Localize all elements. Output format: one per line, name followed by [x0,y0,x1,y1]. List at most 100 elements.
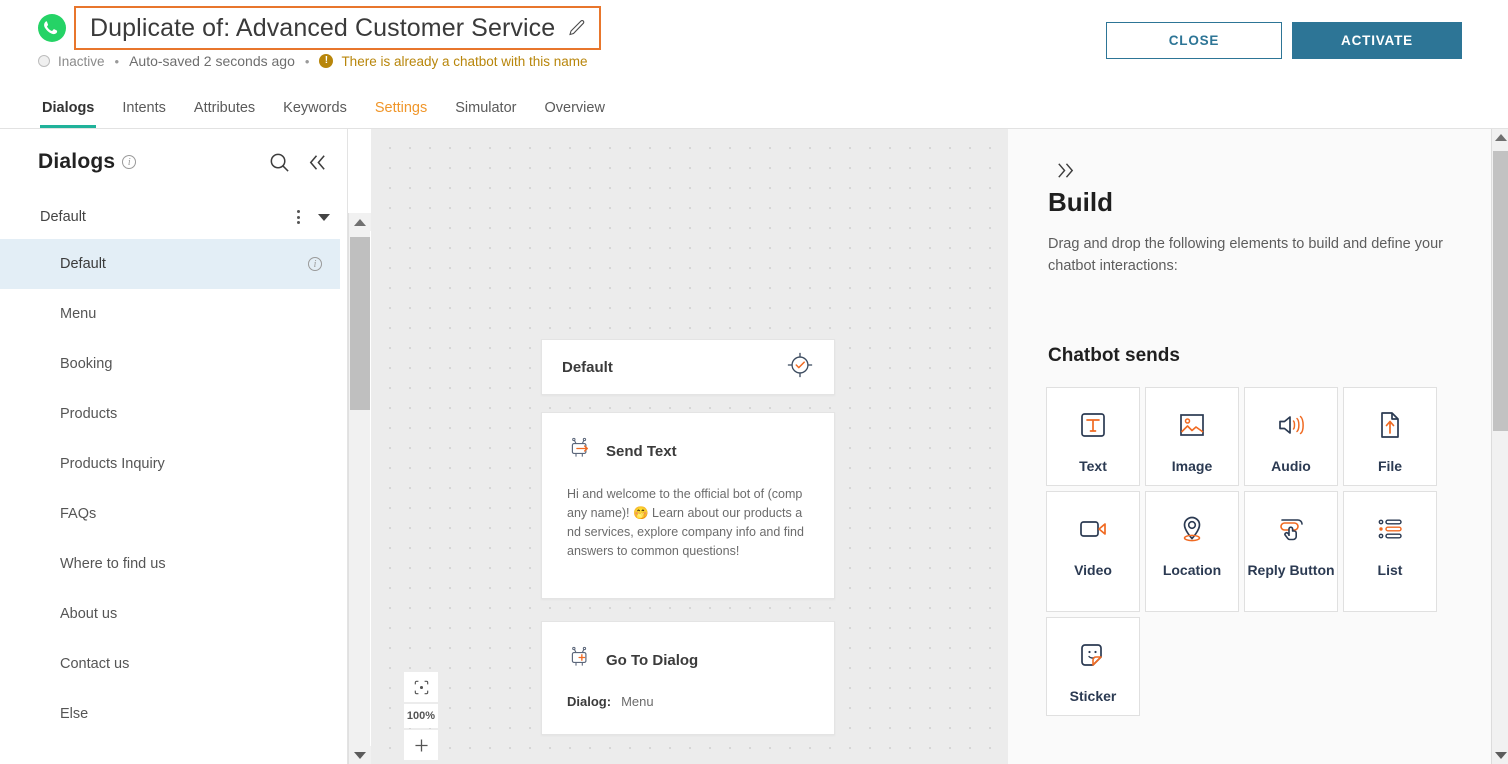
list-icon [1373,511,1407,547]
tab-keywords[interactable]: Keywords [269,100,361,128]
tile-video[interactable]: Video [1046,491,1140,612]
list-item-label: About us [60,606,117,622]
list-item-label: Contact us [60,656,129,672]
scroll-up-icon[interactable] [349,213,371,231]
status-separator-1: • [113,54,122,69]
section-title-chatbot-sends: Chatbot sends [1048,345,1180,367]
dialog-list: Default i Menu Booking Products Products… [0,239,340,739]
tile-label: Location [1163,561,1221,579]
scroll-down-icon[interactable] [1492,747,1508,764]
activate-button[interactable]: ACTIVATE [1292,22,1462,59]
scroll-down-icon[interactable] [349,746,371,764]
list-item-label: Menu [60,306,96,322]
right-panel-scrollbar-thumb[interactable] [1493,151,1508,431]
dialog-item-faqs[interactable]: FAQs [0,489,340,539]
tile-sticker[interactable]: Sticker [1046,617,1140,716]
app-header: Duplicate of: Advanced Customer Service … [0,0,1508,88]
info-icon[interactable]: i [308,257,322,271]
tile-label: Sticker [1070,687,1117,705]
dialog-item-about-us[interactable]: About us [0,589,340,639]
scroll-up-icon[interactable] [1492,129,1508,146]
fit-to-screen-icon[interactable] [404,672,438,702]
audio-icon [1274,407,1308,443]
list-item-label: FAQs [60,506,96,522]
tile-label: Reply Button [1247,561,1334,579]
tile-list[interactable]: List [1343,491,1437,612]
chatbot-name-field[interactable]: Duplicate of: Advanced Customer Service [74,6,601,50]
tile-image[interactable]: Image [1145,387,1239,486]
tab-bar: Dialogs Intents Attributes Keywords Sett… [0,88,1508,129]
tile-file[interactable]: File [1343,387,1437,486]
chevron-double-left-icon[interactable] [305,151,328,174]
plus-icon[interactable] [404,730,438,760]
tile-label: File [1378,457,1402,475]
status-row: Inactive • Auto-saved 2 seconds ago • ! … [38,53,588,69]
tile-text[interactable]: Text [1046,387,1140,486]
video-icon [1076,511,1110,547]
list-item-label: Products [60,406,117,422]
tile-label: List [1378,561,1403,579]
info-icon[interactable]: i [122,155,136,169]
tab-simulator[interactable]: Simulator [441,100,530,128]
tile-audio[interactable]: Audio [1244,387,1338,486]
tab-settings[interactable]: Settings [361,100,441,128]
status-dot-icon [38,55,50,67]
status-label: Inactive [58,54,105,69]
whatsapp-icon [36,12,68,44]
sidebar-scrollbar-thumb[interactable] [350,237,370,410]
sidebar-header: Dialogs i [0,129,348,195]
target-check-icon [786,351,814,384]
search-icon[interactable] [268,151,291,174]
zoom-controls: 100% [404,672,438,762]
chevron-double-right-icon[interactable] [1054,159,1077,187]
dialog-item-menu[interactable]: Menu [0,289,340,339]
autosave-label: Auto-saved 2 seconds ago [129,53,295,69]
tab-intents[interactable]: Intents [108,100,180,128]
node-dialog-field: Dialog:Menu [567,694,809,709]
dialogs-sidebar: Dialogs i Default Default i [0,129,348,764]
dialog-item-else[interactable]: Else [0,689,340,739]
sidebar-scrollbar[interactable] [348,213,370,764]
tile-label: Image [1172,457,1212,475]
dialog-item-products[interactable]: Products [0,389,340,439]
node-start-default[interactable]: Default [541,339,835,395]
node-go-to-dialog[interactable]: Go To Dialog Dialog:Menu [541,621,835,735]
right-panel-scrollbar[interactable] [1491,129,1508,764]
dialog-group-label: Default [40,209,86,225]
dialog-item-default[interactable]: Default i [0,239,340,289]
image-icon [1175,407,1209,443]
zoom-level-label: 100% [404,704,438,728]
reply-button-icon [1274,511,1308,547]
location-icon [1175,511,1209,547]
list-item-label: Where to find us [60,556,166,572]
dialog-group-default[interactable]: Default [0,195,348,239]
build-title: Build [1048,187,1113,218]
tile-label: Text [1079,457,1107,475]
dialog-item-contact-us[interactable]: Contact us [0,639,340,689]
element-tile-grid: Text Image Audio [1046,387,1458,716]
tile-reply-button[interactable]: Reply Button [1244,491,1338,612]
dialog-canvas[interactable]: Default Send Text Hi and [371,129,1008,764]
dialog-item-products-inquiry[interactable]: Products Inquiry [0,439,340,489]
list-item-label: Products Inquiry [60,456,165,472]
dialog-item-where-to-find-us[interactable]: Where to find us [0,539,340,589]
node-message-text: Hi and welcome to the official bot of (c… [567,485,809,561]
build-panel: Build Drag and drop the following elemen… [1008,129,1491,764]
warning-text: There is already a chatbot with this nam… [341,54,587,69]
tile-label: Audio [1271,457,1311,475]
status-separator-2: • [303,54,312,69]
list-item-label: Booking [60,356,112,372]
tab-dialogs[interactable]: Dialogs [28,100,108,128]
pencil-icon[interactable] [567,18,587,38]
dialog-item-booking[interactable]: Booking [0,339,340,389]
node-send-text[interactable]: Send Text Hi and welcome to the official… [541,412,835,599]
tile-location[interactable]: Location [1145,491,1239,612]
build-description: Drag and drop the following elements to … [1048,233,1448,277]
tab-attributes[interactable]: Attributes [180,100,269,128]
node-dialog-field-value: Menu [621,694,654,709]
list-item-label: Else [60,706,88,722]
close-button[interactable]: CLOSE [1106,22,1282,59]
caret-down-icon[interactable] [318,214,330,221]
tab-overview[interactable]: Overview [530,100,618,128]
kebab-menu-icon[interactable] [297,210,300,224]
